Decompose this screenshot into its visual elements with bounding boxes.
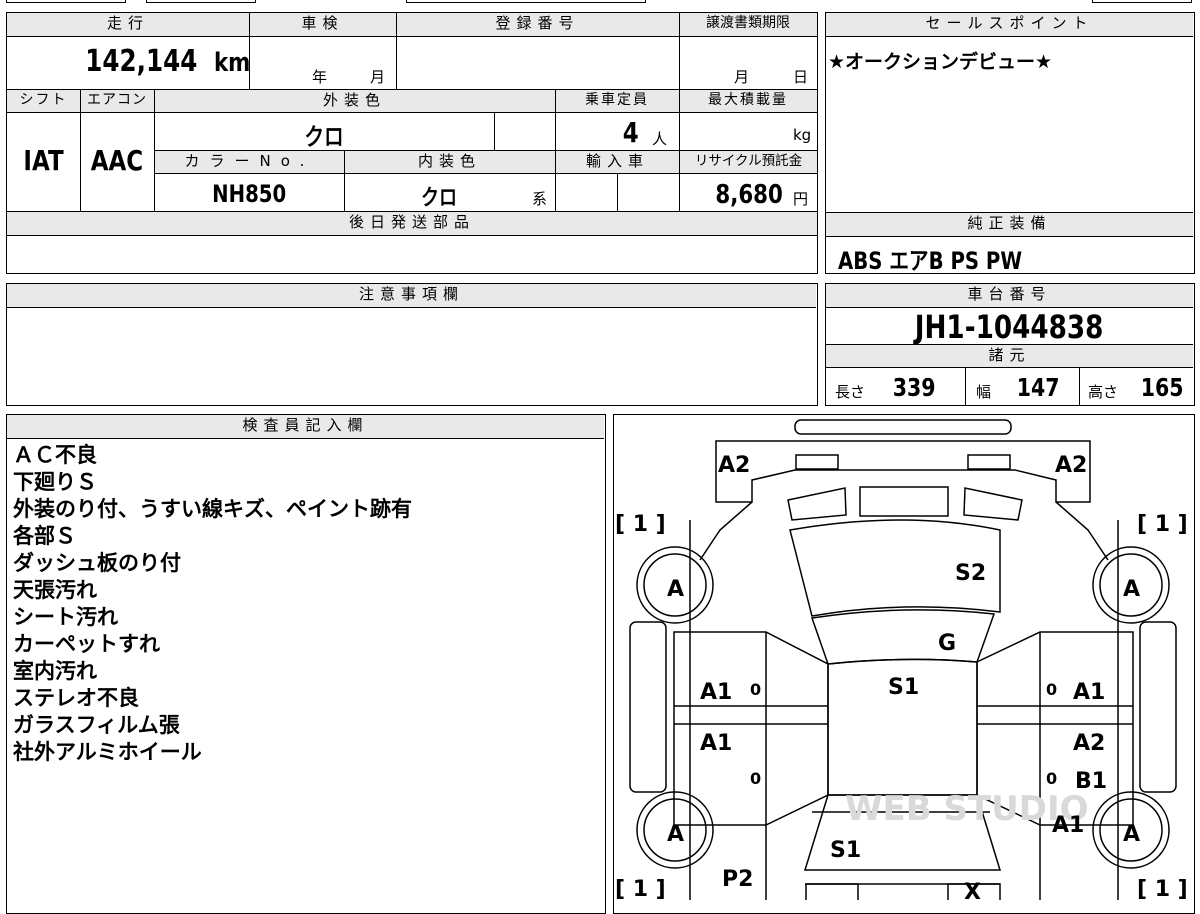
mark-a2-left: A2 (718, 453, 750, 478)
inspection-header: 車検 (249, 13, 396, 37)
interior-suffix: 系 (532, 190, 548, 208)
width-value: 147 (1016, 373, 1060, 402)
inspector-line: 天張汚れ (13, 578, 97, 602)
inspector-line: 下廻りＳ (13, 470, 97, 494)
equipment-header: 純正装備 (826, 213, 1193, 237)
inspector-line: ＡＣ不良 (13, 443, 97, 467)
width-label: 幅 (976, 383, 992, 401)
mileage-value: 142,144 (85, 44, 198, 79)
notes-box: 注意事項欄 (6, 283, 818, 406)
mark-door-fl: A1 (700, 680, 732, 705)
length-label: 長さ (835, 383, 866, 401)
mark-door-rr-b: B1 (1075, 769, 1107, 794)
mark-quarter-r: A1 (1052, 813, 1084, 838)
mark-rear-x: X (964, 880, 981, 900)
inspector-line: 社外アルミホイール (13, 740, 202, 764)
load-unit: kg (793, 126, 812, 144)
inspector-line: ダッシュ板のり付 (13, 551, 181, 575)
mark-bracket-tl: [ 1 ] (615, 512, 666, 537)
aircon-header: エアコン (80, 90, 154, 113)
mark-roof: S1 (888, 675, 919, 700)
inspector-line: ステレオ不良 (13, 686, 139, 710)
inspector-line: シート汚れ (13, 605, 118, 629)
inspector-line: 外装のり付、うすい線キズ、ペイント跡有 (13, 497, 412, 521)
capacity-header: 乗車定員 (555, 90, 679, 113)
mark-door-rl-zero: 0 (750, 769, 761, 788)
sales-point-text: ★オークションデビュー★ (828, 51, 1053, 73)
mark-door-rl: A1 (700, 731, 732, 756)
length-value: 339 (892, 373, 936, 402)
exterior-color-header: 外装色 (154, 90, 555, 113)
inspector-line: カーペットすれ (13, 632, 160, 656)
mileage-header: 走行 (7, 13, 249, 37)
specs-header: 諸元 (826, 345, 1193, 368)
top-stub-row (6, 0, 1194, 3)
inspector-line: 室内汚れ (13, 659, 97, 683)
chassis-value: JH1-1044838 (915, 308, 1104, 346)
chassis-header: 車台番号 (826, 284, 1193, 308)
color-no-header: カラーNo. (155, 151, 344, 174)
inspection-year-unit: 年 (312, 68, 328, 86)
interior-color-value: クロ (420, 186, 458, 211)
transfer-day: 日 (793, 68, 809, 86)
mark-wheel-fl: A (667, 577, 684, 602)
transfer-deadline-header: 譲渡書類期限 (679, 13, 817, 37)
capacity-value: 4 (622, 116, 639, 149)
mark-door-fr-zero: 0 (1046, 680, 1057, 699)
capacity-unit: 人 (652, 130, 668, 148)
mark-bracket-tr: [ 1 ] (1137, 512, 1188, 537)
inspector-line: 各部Ｓ (13, 524, 76, 548)
recycle-unit: 円 (793, 190, 809, 208)
recycle-value: 8,680 (715, 180, 783, 210)
height-label: 高さ (1088, 383, 1119, 401)
max-load-header: 最大積載量 (679, 90, 817, 113)
car-diagram: WEB STUDIO A2 A2 [ 1 ] [ 1 ] [ 1 ] [ 1 ]… (615, 419, 1188, 900)
sales-point-header: セールスポイント (826, 13, 1193, 37)
mark-wheel-rr: A (1123, 822, 1140, 847)
mark-wheel-fr: A (1123, 577, 1140, 602)
mark-door-fl-zero: 0 (750, 680, 761, 699)
inspection-month-unit: 月 (370, 68, 386, 86)
mark-hood: S2 (955, 561, 986, 586)
recycle-header: リサイクル預託金 (680, 151, 817, 174)
mark-door-fr: A1 (1073, 680, 1105, 705)
registration-header: 登録番号 (396, 13, 679, 37)
mark-bracket-br: [ 1 ] (1137, 877, 1188, 900)
sales-point-box: セールスポイント ★オークションデビュー★ 純正装備 ABS エアB PS PW (825, 12, 1195, 275)
transfer-month: 月 (734, 68, 750, 86)
inspector-notes: ＡＣ不良 下廻りＳ 外装のり付、うすい線キズ、ペイント跡有 各部Ｓ ダッシュ板の… (13, 442, 412, 766)
inspector-box: 検査員記入欄 ＡＣ不良 下廻りＳ 外装のり付、うすい線キズ、ペイント跡有 各部Ｓ… (6, 414, 606, 914)
shift-value: IAT (23, 144, 64, 177)
equipment-value: ABS エアB PS PW (838, 247, 1023, 275)
mark-a2-right: A2 (1055, 453, 1087, 478)
later-parts-header: 後日発送部品 (7, 212, 817, 236)
inspector-header: 検査員記入欄 (7, 415, 604, 439)
exterior-color-value: クロ (304, 123, 344, 151)
mark-windshield: G (938, 631, 956, 656)
mark-bracket-bl: [ 1 ] (615, 877, 666, 900)
inspector-line: ガラスフィルム張 (13, 713, 180, 737)
mark-wheel-rl: A (667, 822, 684, 847)
import-header: 輸入車 (556, 151, 679, 174)
notes-header: 注意事項欄 (7, 284, 816, 308)
height-value: 165 (1140, 373, 1184, 402)
chassis-box: 車台番号 JH1-1044838 諸元 長さ 339 幅 147 高さ 165 (825, 283, 1195, 406)
mark-quarter-l: P2 (722, 867, 753, 892)
aircon-value: AAC (90, 144, 144, 177)
mark-door-rr: A2 (1073, 731, 1105, 756)
interior-color-header: 内装色 (344, 151, 555, 174)
mark-door-rr-zero: 0 (1046, 769, 1057, 788)
mileage-unit: km (213, 48, 251, 78)
shift-header: シフト (7, 90, 80, 113)
mark-trunk: S1 (830, 838, 861, 863)
color-no-value: NH850 (212, 180, 287, 208)
